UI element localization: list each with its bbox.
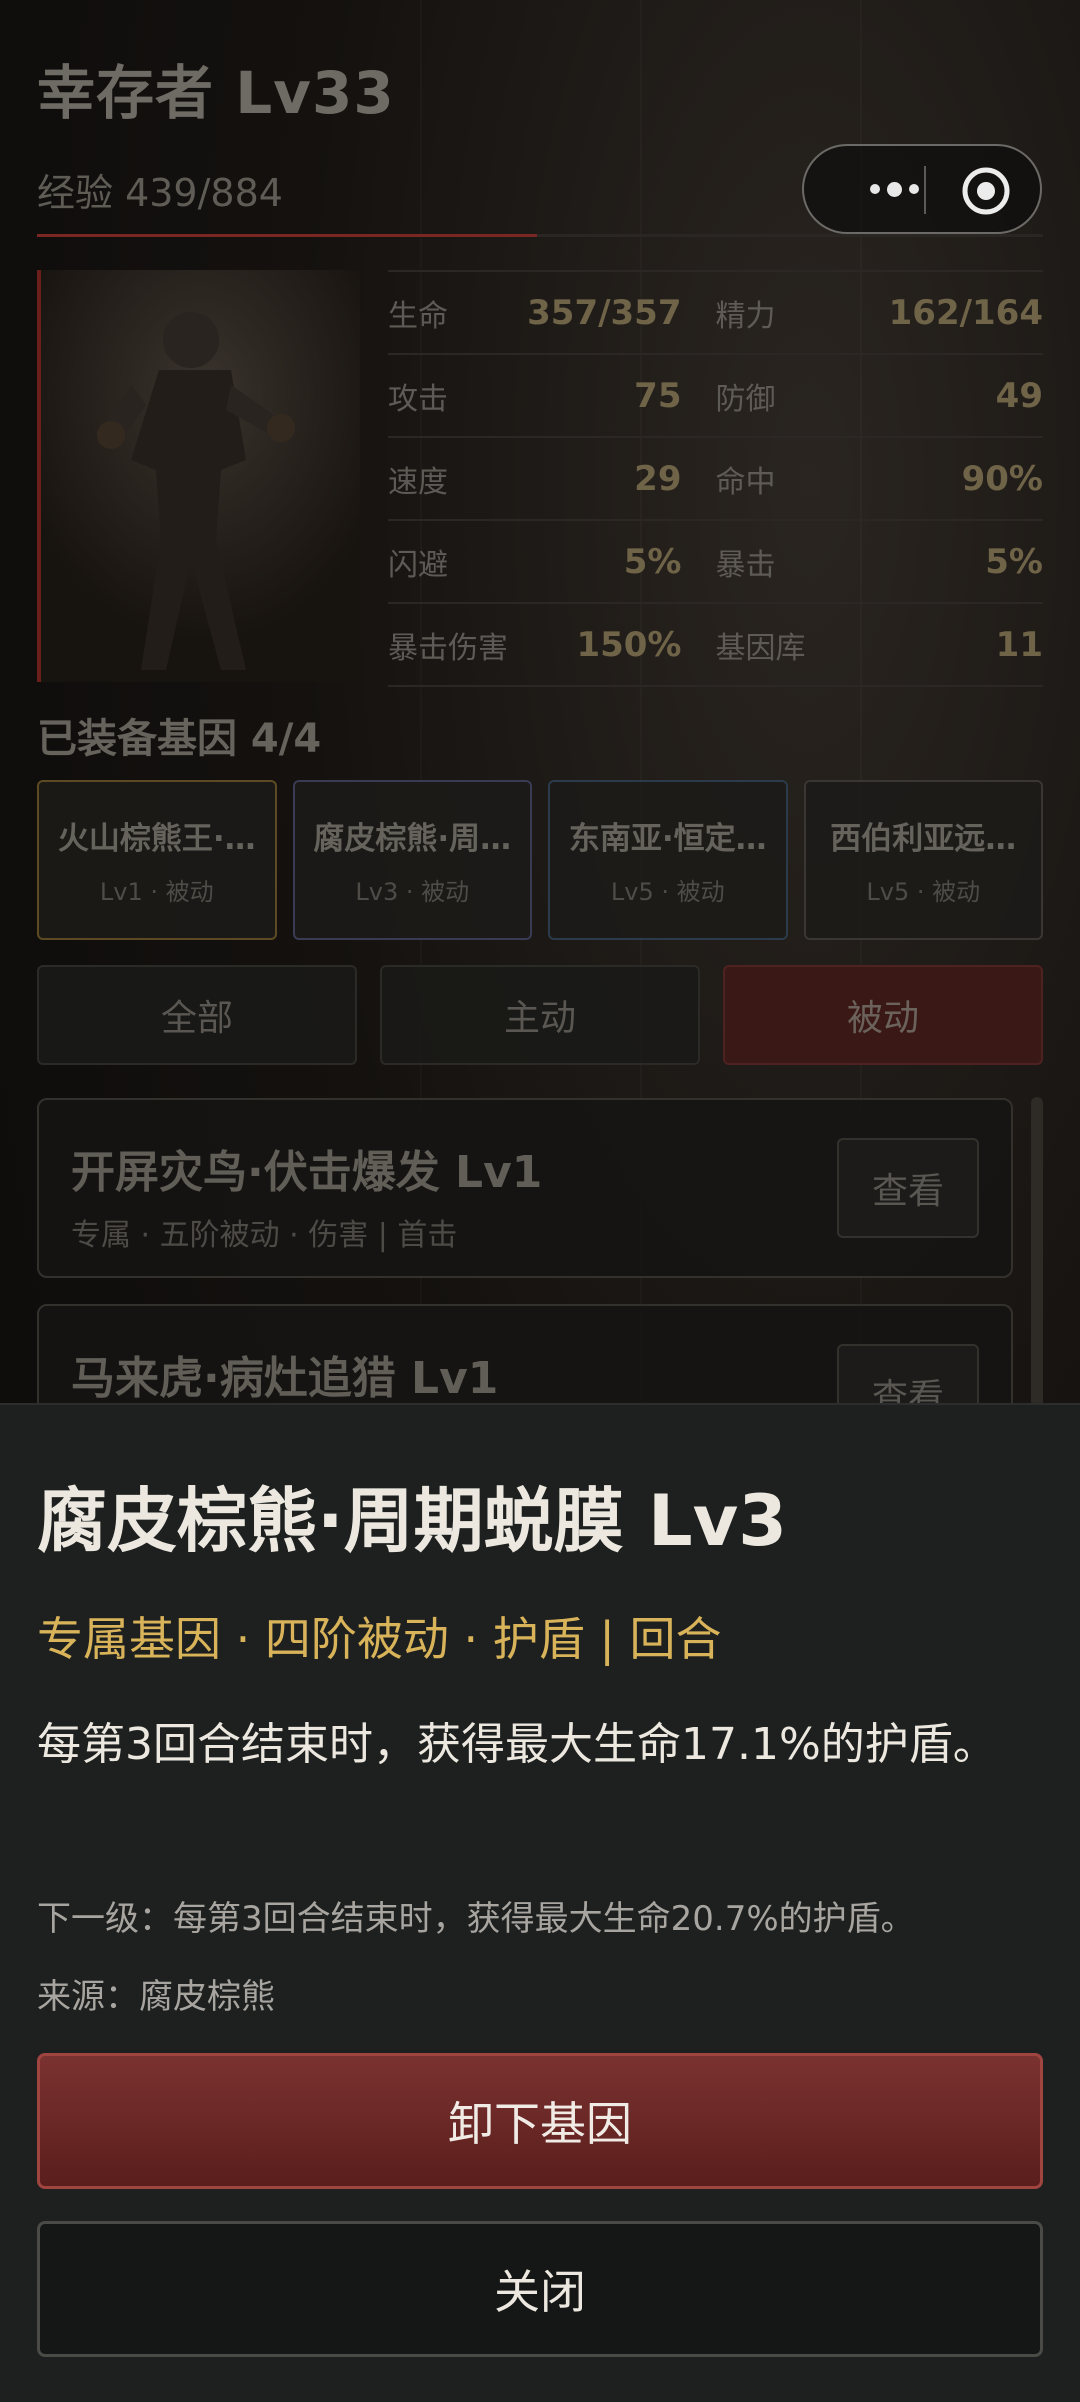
stat-label: 速度 [388, 464, 448, 500]
miniprogram-capsule [802, 144, 1042, 234]
stat-cell: 基因库 11 [716, 623, 1044, 667]
gene-meta: Lv3 · 被动 [355, 878, 470, 906]
stat-cell: 暴击伤害 150% [388, 623, 716, 667]
stat-label: 命中 [715, 464, 776, 500]
unequip-gene-button[interactable]: 卸下基因 [37, 2053, 1043, 2189]
stat-cell: 速度 29 [388, 457, 716, 501]
stat-row: 暴击伤害 150% 基因库 11 [388, 602, 1043, 687]
target-circle-icon[interactable] [960, 165, 1012, 217]
capsule-divider [924, 166, 926, 214]
equipped-genes-list: 火山棕熊王·… Lv1 · 被动 腐皮棕熊·周… Lv3 · 被动 东南亚·恒定… [37, 780, 1043, 940]
stat-row: 速度 29 命中 90% [388, 436, 1043, 519]
experience-text: 经验 439/884 [37, 171, 283, 215]
stat-cell: 命中 90% [716, 457, 1044, 501]
stat-row: 闪避 5% 暴击 5% [388, 519, 1043, 602]
gene-detail-description: 每第3回合结束时，获得最大生命17.1%的护盾。 [37, 1719, 997, 1770]
stat-label: 防御 [715, 381, 776, 417]
stats-table: 生命 357/357 精力 162/164 攻击 75 防御 49 速度 29 命中 90% 闪避 5% 暴… [388, 270, 1043, 687]
experience-bar-fill [37, 234, 537, 237]
list-scrollbar[interactable] [1031, 1097, 1043, 1407]
character-portrait [37, 270, 360, 682]
gene-meta: Lv5 · 被动 [866, 878, 981, 906]
gene-source: 来源：腐皮棕熊 [37, 1977, 275, 2017]
gene-filter-tabs: 全部 主动 被动 [37, 965, 1043, 1065]
equipped-genes-title: 已装备基因 4/4 [37, 716, 322, 762]
stat-label: 闪避 [388, 547, 448, 583]
gene-slot[interactable]: 腐皮棕熊·周… Lv3 · 被动 [292, 780, 532, 940]
stat-value: 49 [995, 375, 1043, 416]
gene-slot[interactable]: 西伯利亚远… Lv5 · 被动 [803, 780, 1043, 940]
close-button[interactable]: 关闭 [37, 2221, 1043, 2357]
stat-value: 162/164 [888, 292, 1043, 333]
tab-active[interactable]: 主动 [380, 965, 700, 1065]
gene-name: 腐皮棕熊·周… [313, 821, 512, 857]
gene-list-name: 开屏灾鸟·伏击爆发 Lv1 [71, 1147, 543, 1198]
stat-label: 生命 [388, 298, 448, 334]
stat-cell: 闪避 5% [388, 540, 716, 584]
stat-label: 精力 [715, 298, 776, 334]
tab-all[interactable]: 全部 [37, 965, 357, 1065]
fighter-figure-icon [41, 270, 360, 682]
gene-meta: Lv5 · 被动 [610, 878, 725, 906]
gene-list-name: 马来虎·病灶追猎 Lv1 [71, 1353, 499, 1404]
stat-label: 暴击 [715, 547, 776, 583]
tab-passive[interactable]: 被动 [723, 965, 1043, 1065]
stat-row: 生命 357/357 精力 162/164 [388, 270, 1043, 353]
gene-slot[interactable]: 东南亚·恒定… Lv5 · 被动 [548, 780, 788, 940]
stat-value: 29 [634, 458, 682, 499]
stat-cell: 精力 162/164 [716, 291, 1044, 335]
stat-cell: 暴击 5% [716, 540, 1044, 584]
stat-value: 5% [623, 541, 682, 582]
stat-value: 5% [985, 541, 1043, 582]
stat-label: 基因库 [715, 630, 806, 666]
more-dots-icon[interactable] [834, 146, 954, 232]
stat-value: 11 [995, 624, 1043, 665]
gene-detail-sheet: 腐皮棕熊·周期蜕膜 Lv3 专属基因 · 四阶被动 · 护盾 | 回合 每第3回… [0, 1403, 1080, 2402]
stat-value: 75 [634, 375, 682, 416]
gene-detail-tags: 专属基因 · 四阶被动 · 护盾 | 回合 [37, 1612, 722, 1666]
gene-meta: Lv1 · 被动 [99, 878, 214, 906]
player-title: 幸存者 Lv33 [37, 59, 395, 127]
gene-name: 火山棕熊王·… [57, 821, 256, 857]
stat-cell: 生命 357/357 [388, 291, 716, 335]
experience-bar [37, 234, 1043, 237]
view-button[interactable]: 查看 [837, 1138, 979, 1238]
stat-label: 攻击 [388, 381, 448, 417]
stat-value: 90% [961, 458, 1043, 499]
stat-cell: 攻击 75 [388, 374, 716, 418]
stat-label: 暴击伤害 [388, 630, 508, 666]
gene-next-level: 下一级：每第3回合结束时，获得最大生命20.7%的护盾。 [37, 1899, 915, 1939]
stat-value: 150% [576, 624, 682, 665]
stat-cell: 防御 49 [716, 374, 1044, 418]
gene-name: 西伯利亚远… [830, 821, 1017, 857]
gene-detail-title: 腐皮棕熊·周期蜕膜 Lv3 [37, 1480, 787, 1562]
gene-list-meta: 专属 · 五阶被动 · 伤害 | 首击 [71, 1218, 458, 1253]
gene-name: 东南亚·恒定… [568, 821, 767, 857]
list-item: 开屏灾鸟·伏击爆发 Lv1 专属 · 五阶被动 · 伤害 | 首击 查看 [37, 1098, 1013, 1278]
gene-slot[interactable]: 火山棕熊王·… Lv1 · 被动 [37, 780, 277, 940]
stat-row: 攻击 75 防御 49 [388, 353, 1043, 436]
stat-value: 357/357 [527, 292, 682, 333]
